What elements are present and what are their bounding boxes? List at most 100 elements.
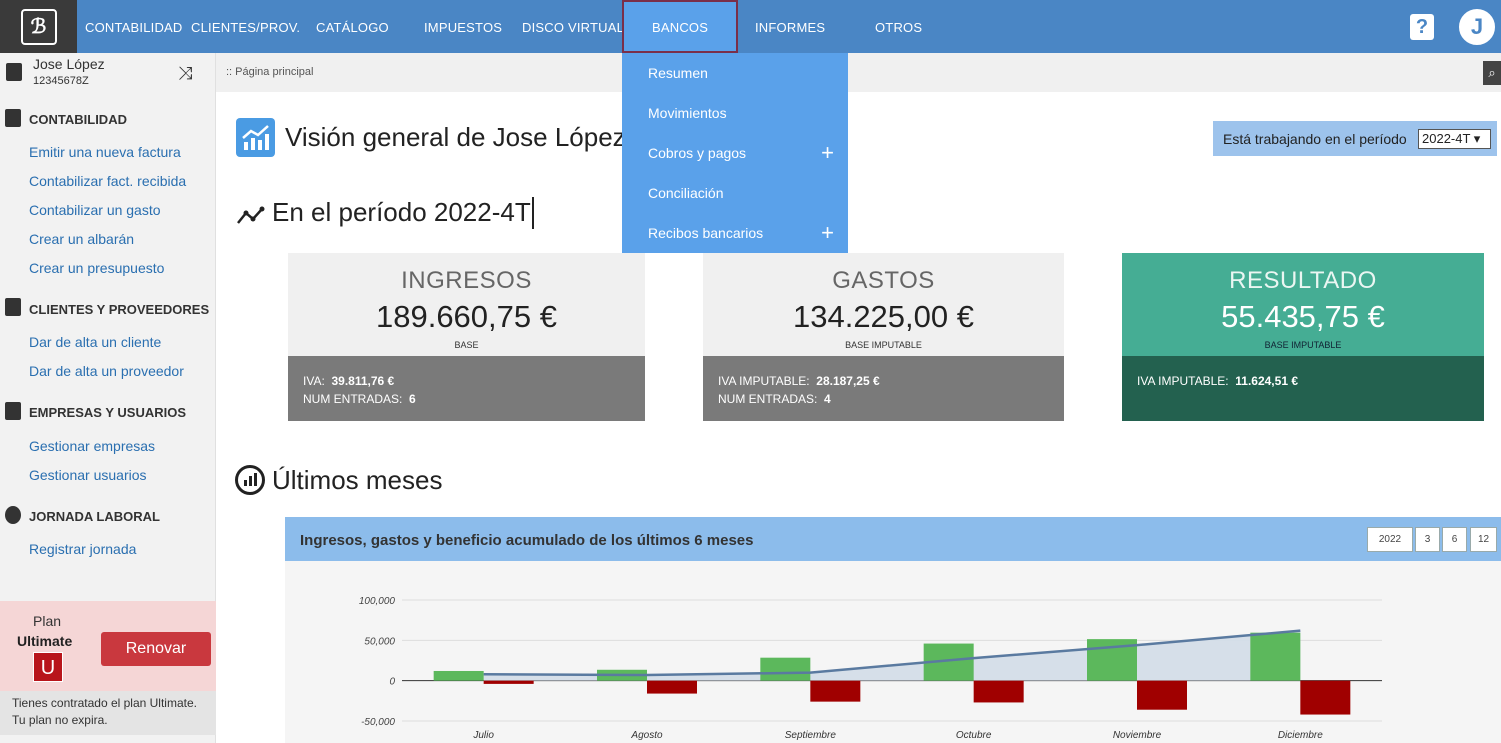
- range-button-12[interactable]: 12: [1470, 527, 1497, 552]
- card-gastos[interactable]: GASTOS 134.225,00 € BASE IMPUTABLE IVA I…: [703, 253, 1064, 421]
- avatar[interactable]: J: [1457, 7, 1497, 47]
- y-tick-label: -50,000: [361, 717, 395, 728]
- menu-item-resumen[interactable]: Resumen: [622, 53, 848, 93]
- card-value: 55.435,75 €: [1221, 299, 1385, 334]
- plus-icon[interactable]: +: [821, 133, 834, 173]
- nav-catalogo[interactable]: CATÁLOGO: [316, 0, 389, 53]
- detail-key: NUM ENTRADAS:: [718, 392, 818, 406]
- plan-note-line-1: Tienes contratado el plan Ultimate.: [12, 696, 197, 710]
- text-cursor: [532, 197, 534, 229]
- plan-note: Tienes contratado el plan Ultimate. Tu p…: [0, 691, 216, 735]
- nav-clientes[interactable]: CLIENTES/PROV.: [191, 0, 300, 53]
- link-emitir-factura[interactable]: Emitir una nueva factura: [29, 144, 181, 160]
- card-top: INGRESOS 189.660,75 € BASE: [288, 253, 645, 356]
- user-id: 12345678Z: [33, 75, 89, 87]
- menu-item-cobros-pagos[interactable]: Cobros y pagos +: [622, 133, 848, 173]
- renew-button[interactable]: Renovar: [101, 632, 211, 666]
- card-value: 189.660,75 €: [375, 299, 557, 334]
- chart-svg: 100,000 50,000 0 -50,000 Julio Agosto Septiemb…: [359, 596, 1382, 741]
- link-gestionar-empresas[interactable]: Gestionar empresas: [29, 438, 155, 454]
- expense-bar: [1300, 680, 1351, 715]
- expense-bar: [810, 680, 861, 702]
- detail-value: 28.187,25 €: [816, 374, 880, 388]
- nav-informes[interactable]: INFORMES: [755, 0, 825, 53]
- nav-disco-virtual[interactable]: DISCO VIRTUAL: [522, 0, 624, 53]
- menu-item-conciliacion[interactable]: Conciliación: [622, 173, 848, 213]
- user-switcher[interactable]: Jose López 12345678Z ⤨: [0, 53, 216, 93]
- plan-name: Ultimate: [17, 633, 73, 649]
- shuffle-icon[interactable]: ⤨: [178, 63, 192, 84]
- contact-card-icon: [5, 298, 21, 316]
- chart-title: Ingresos, gastos y beneficio acumulado d…: [300, 532, 754, 549]
- y-tick-label: 50,000: [364, 636, 395, 647]
- link-alta-cliente[interactable]: Dar de alta un cliente: [29, 334, 161, 350]
- breadcrumb-bar: :: Página principal ⌕: [216, 53, 1501, 92]
- period-selector-box: Está trabajando en el período 2022-4T ▾: [1213, 121, 1497, 156]
- section-title-jornada: JORNADA LABORAL: [29, 509, 160, 524]
- range-button-6[interactable]: 6: [1442, 527, 1467, 552]
- trend-line-icon: [236, 205, 268, 233]
- menu-item-label: Movimientos: [648, 105, 727, 121]
- chart-panel-header: Ingresos, gastos y beneficio acumulado d…: [285, 517, 1501, 561]
- x-tick-label: Octubre: [956, 730, 992, 741]
- period-label: Está trabajando en el período: [1223, 131, 1407, 147]
- nav-impuestos[interactable]: IMPUESTOS: [424, 0, 502, 53]
- section-title-ultimos-meses: Últimos meses: [272, 465, 443, 495]
- help-icon[interactable]: ?: [1410, 14, 1434, 40]
- menu-item-label: Cobros y pagos: [648, 145, 747, 161]
- link-contabilizar-recibida[interactable]: Contabilizar fact. recibida: [29, 173, 186, 189]
- dashboard-chart-icon: [235, 465, 265, 495]
- x-tick-label: Diciembre: [1278, 730, 1323, 741]
- expense-bar: [1137, 680, 1187, 710]
- plan-box: Plan Ultimate U Renovar: [0, 601, 216, 691]
- card-title: RESULTADO: [1229, 267, 1377, 294]
- nav-contabilidad[interactable]: CONTABILIDAD: [85, 0, 183, 53]
- card-top: RESULTADO 55.435,75 € BASE IMPUTABLE: [1122, 253, 1484, 356]
- menu-item-movimientos[interactable]: Movimientos: [622, 93, 848, 133]
- period-select[interactable]: 2022-4T ▾: [1418, 129, 1491, 149]
- breadcrumb[interactable]: :: Página principal: [226, 66, 313, 78]
- card-value: 134.225,00 €: [792, 299, 974, 334]
- detail-key: NUM ENTRADAS:: [303, 392, 403, 406]
- menu-item-label: Conciliación: [648, 185, 724, 201]
- range-button-2022[interactable]: 2022: [1367, 527, 1413, 552]
- bancos-dropdown: Resumen Movimientos Cobros y pagos + Conc…: [622, 53, 848, 253]
- detail-value: 11.624,51 €: [1235, 374, 1298, 388]
- range-button-3[interactable]: 3: [1415, 527, 1440, 552]
- app-logo[interactable]: ℬ: [0, 0, 77, 53]
- page-title: Visión general de Jose López: [285, 122, 626, 152]
- nav-otros[interactable]: OTROS: [875, 0, 922, 53]
- x-tick-label: Noviembre: [1113, 730, 1162, 741]
- card-resultado[interactable]: RESULTADO 55.435,75 € BASE IMPUTABLE IVA…: [1122, 253, 1484, 421]
- period-subtitle: En el período 2022-4T: [272, 197, 531, 227]
- nav-bancos[interactable]: BANCOS: [622, 0, 739, 53]
- user-card-icon: [6, 63, 22, 81]
- link-contabilizar-gasto[interactable]: Contabilizar un gasto: [29, 202, 161, 218]
- card-top: GASTOS 134.225,00 € BASE IMPUTABLE: [703, 253, 1064, 356]
- top-navbar: ℬ CONTABILIDAD CLIENTES/PROV. CATÁLOGO I…: [0, 0, 1501, 53]
- link-crear-albaran[interactable]: Crear un albarán: [29, 231, 134, 247]
- document-icon: [5, 109, 21, 127]
- detail-key: IVA IMPUTABLE:: [718, 374, 810, 388]
- card-sub: BASE IMPUTABLE: [1264, 340, 1342, 350]
- card-ingresos[interactable]: INGRESOS 189.660,75 € BASE IVA: 39.811,7…: [288, 253, 645, 421]
- income-bar: [760, 657, 811, 681]
- link-gestionar-usuarios[interactable]: Gestionar usuarios: [29, 467, 147, 483]
- card-sub: BASE IMPUTABLE: [845, 340, 922, 350]
- link-crear-presupuesto[interactable]: Crear un presupuesto: [29, 260, 164, 276]
- user-name: Jose López: [33, 56, 105, 72]
- search-icon[interactable]: ⌕: [1483, 61, 1501, 85]
- detail-key: IVA IMPUTABLE:: [1137, 374, 1229, 388]
- plan-badge-icon: U: [33, 652, 63, 682]
- plus-icon[interactable]: +: [821, 213, 834, 253]
- plan-label: Plan: [33, 613, 62, 629]
- menu-item-recibos[interactable]: Recibos bancarios +: [622, 213, 848, 253]
- y-tick-label: 0: [389, 677, 395, 688]
- link-registrar-jornada[interactable]: Registrar jornada: [29, 541, 136, 557]
- income-bar: [1250, 632, 1301, 681]
- sidebar: Jose López 12345678Z ⤨ CONTABILIDAD Emit…: [0, 53, 216, 743]
- link-alta-proveedor[interactable]: Dar de alta un proveedor: [29, 363, 184, 379]
- card-title: GASTOS: [832, 267, 935, 294]
- x-tick-label: Septiembre: [785, 730, 837, 741]
- card-details: IVA: 39.811,76 € NUM ENTRADAS: 6: [288, 356, 645, 421]
